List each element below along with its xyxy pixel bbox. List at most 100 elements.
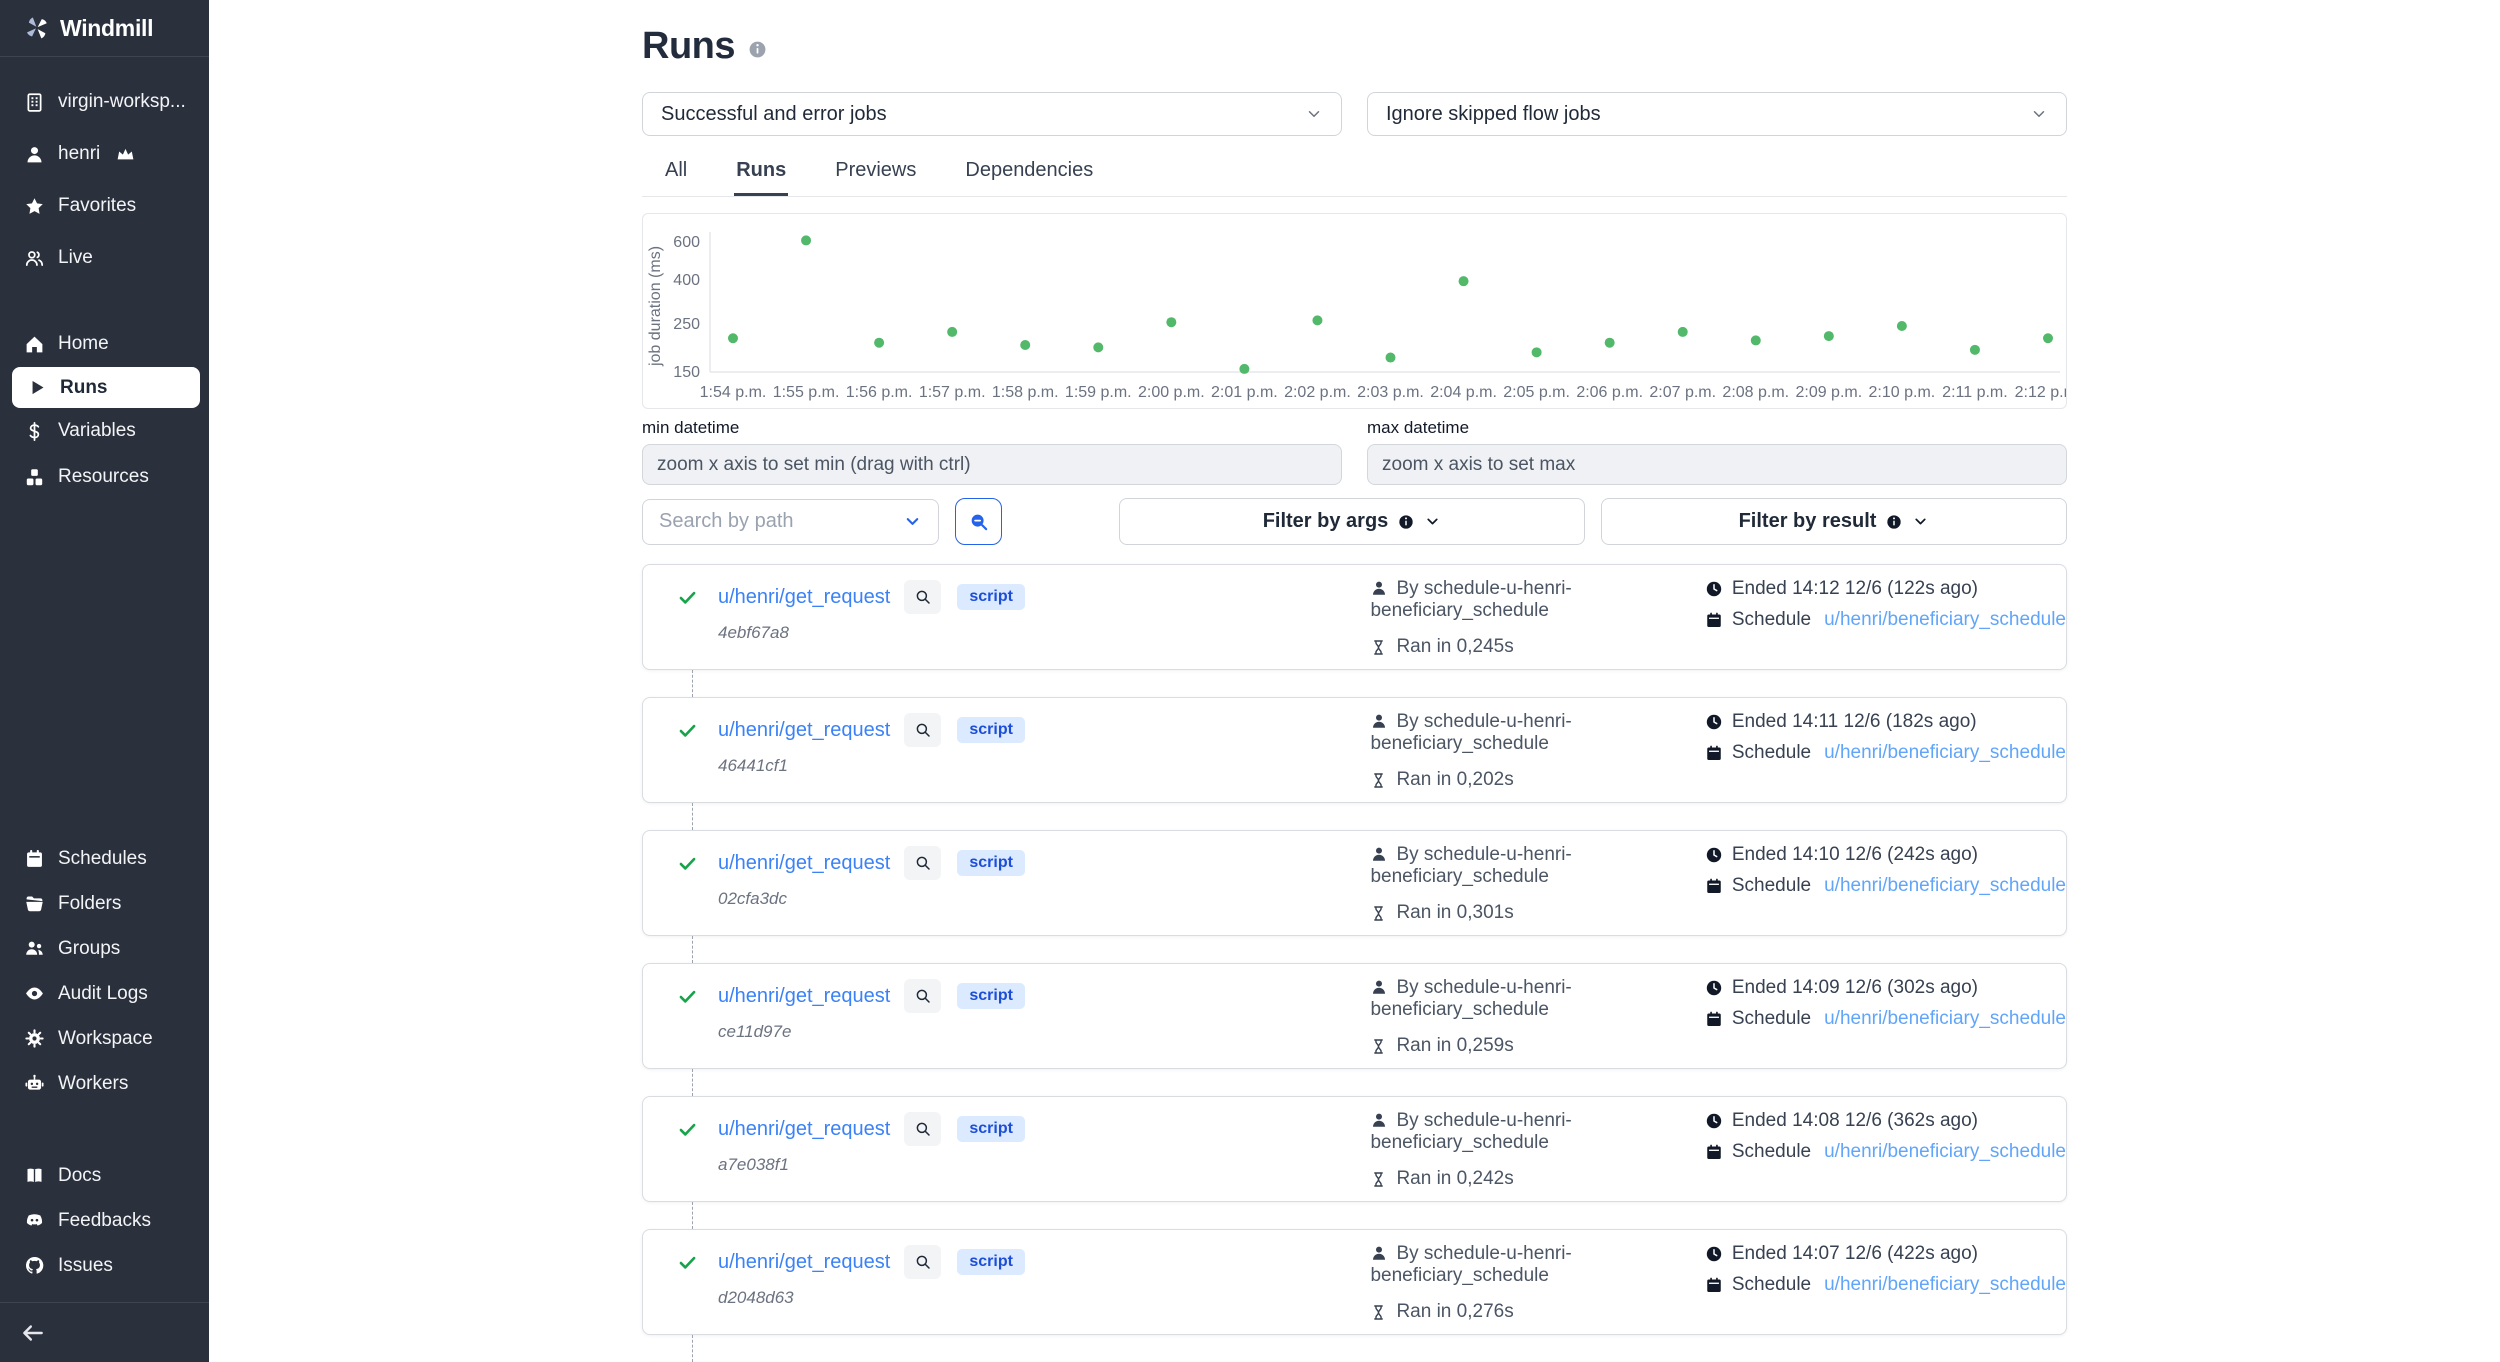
run-search-button[interactable] bbox=[904, 1112, 941, 1146]
search-icon bbox=[914, 1120, 932, 1138]
filter-by-result-button[interactable]: Filter by result bbox=[1601, 498, 2067, 545]
chart-point[interactable] bbox=[1824, 331, 1834, 341]
app-logo[interactable]: Windmill bbox=[0, 0, 209, 57]
min-datetime-input[interactable] bbox=[642, 444, 1342, 485]
chart-point[interactable] bbox=[1605, 338, 1615, 348]
chart-point[interactable] bbox=[1312, 315, 1322, 325]
schedule-link[interactable]: u/henri/beneficiary_schedule bbox=[1824, 742, 2066, 764]
sidebar-item-workspace[interactable]: Workspace bbox=[0, 1016, 209, 1061]
person-icon bbox=[1370, 845, 1388, 863]
run-search-button[interactable] bbox=[904, 846, 941, 880]
datetime-filters: min datetime max datetime bbox=[642, 418, 2067, 485]
schedule-link[interactable]: u/henri/beneficiary_schedule bbox=[1824, 1008, 2066, 1030]
run-path-link[interactable]: u/henri/get_request bbox=[718, 852, 890, 875]
chart-point[interactable] bbox=[1532, 347, 1542, 357]
run-search-button[interactable] bbox=[904, 580, 941, 614]
schedule-link[interactable]: u/henri/beneficiary_schedule bbox=[1824, 875, 2066, 897]
runs-duration-chart[interactable]: 150250400600job duration (ms)1:54 p.m.1:… bbox=[642, 213, 2067, 409]
tab-runs[interactable]: Runs bbox=[734, 153, 788, 196]
run-path-link[interactable]: u/henri/get_request bbox=[718, 985, 890, 1008]
windmill-logo-icon bbox=[24, 15, 50, 41]
x-tick-label: 1:58 p.m. bbox=[992, 384, 1059, 401]
run-row[interactable]: u/henri/get_requestscriptce11d97eBy sche… bbox=[642, 963, 2067, 1069]
sidebar-item-resources[interactable]: Resources bbox=[0, 454, 209, 500]
tab-dependencies[interactable]: Dependencies bbox=[963, 153, 1095, 196]
info-icon[interactable] bbox=[748, 40, 767, 59]
sidebar-item-variables[interactable]: Variables bbox=[0, 408, 209, 454]
chart-point[interactable] bbox=[1897, 321, 1907, 331]
app-root: Windmill virgin-worksp...henriFavoritesL… bbox=[0, 0, 2500, 1362]
sidebar-item-groups[interactable]: Groups bbox=[0, 926, 209, 971]
chart-point[interactable] bbox=[1239, 364, 1249, 374]
run-duration-text: Ran in 0,301s bbox=[1396, 902, 1513, 924]
chart-point[interactable] bbox=[1386, 353, 1396, 363]
person-icon bbox=[1370, 1244, 1388, 1262]
chart-point[interactable] bbox=[1751, 335, 1761, 345]
arrow-left-icon[interactable] bbox=[20, 1320, 46, 1346]
book-icon bbox=[24, 1165, 45, 1186]
run-search-button[interactable] bbox=[904, 713, 941, 747]
run-path-link[interactable]: u/henri/get_request bbox=[718, 1251, 890, 1274]
job-kind-select[interactable]: Successful and error jobs bbox=[642, 92, 1342, 136]
chart-point[interactable] bbox=[1678, 327, 1688, 337]
run-schedule: Scheduleu/henri/beneficiary_schedule bbox=[1705, 1141, 2066, 1163]
sidebar-item-audit-logs[interactable]: Audit Logs bbox=[0, 971, 209, 1016]
sidebar-item-live[interactable]: Live bbox=[0, 232, 209, 284]
sidebar-item-label: Resources bbox=[58, 466, 149, 488]
sidebar-item-henri[interactable]: henri bbox=[0, 128, 209, 180]
tab-all[interactable]: All bbox=[663, 153, 689, 196]
chart-point[interactable] bbox=[1093, 342, 1103, 352]
run-id: 46441cf1 bbox=[718, 756, 1370, 776]
run-ended-at: Ended 14:11 12/6 (182s ago) bbox=[1705, 711, 2066, 733]
run-row[interactable]: u/henri/get_requestscript4ebf67a8By sche… bbox=[642, 564, 2067, 670]
chart-point[interactable] bbox=[1020, 340, 1030, 350]
sidebar-item-issues[interactable]: Issues bbox=[0, 1243, 209, 1288]
tab-previews[interactable]: Previews bbox=[833, 153, 918, 196]
y-tick-label: 250 bbox=[673, 316, 700, 333]
chart-point[interactable] bbox=[1459, 276, 1469, 286]
run-connector-line bbox=[692, 936, 693, 963]
chart-point[interactable] bbox=[2043, 333, 2053, 343]
chart-point[interactable] bbox=[801, 235, 811, 245]
filter-by-args-button[interactable]: Filter by args bbox=[1119, 498, 1585, 545]
search-by-path-select[interactable]: Search by path bbox=[642, 499, 939, 545]
sidebar-item-runs[interactable]: Runs bbox=[12, 367, 200, 408]
chart-point[interactable] bbox=[947, 327, 957, 337]
run-duration: Ran in 0,202s bbox=[1370, 769, 1704, 791]
run-path-link[interactable]: u/henri/get_request bbox=[718, 586, 890, 609]
sidebar-item-docs[interactable]: Docs bbox=[0, 1153, 209, 1198]
zoom-out-button[interactable] bbox=[955, 498, 1002, 545]
run-search-button[interactable] bbox=[904, 1245, 941, 1279]
chart-point[interactable] bbox=[1166, 317, 1176, 327]
chart-point[interactable] bbox=[728, 333, 738, 343]
chart-point[interactable] bbox=[1970, 345, 1980, 355]
run-row[interactable]: u/henri/get_requestscript46441cf1By sche… bbox=[642, 697, 2067, 803]
sidebar-item-favorites[interactable]: Favorites bbox=[0, 180, 209, 232]
skipped-flows-select[interactable]: Ignore skipped flow jobs bbox=[1367, 92, 2067, 136]
clock-icon bbox=[1705, 1112, 1723, 1130]
run-by-line2: beneficiary_schedule bbox=[1370, 999, 1549, 1020]
schedule-label: Schedule bbox=[1732, 609, 1811, 631]
sidebar-item-virgin-worksp[interactable]: virgin-worksp... bbox=[0, 76, 209, 128]
x-tick-label: 1:54 p.m. bbox=[700, 384, 767, 401]
run-row[interactable]: u/henri/get_requestscriptd2048d63By sche… bbox=[642, 1229, 2067, 1335]
sidebar-item-workers[interactable]: Workers bbox=[0, 1061, 209, 1106]
sidebar-item-folders[interactable]: Folders bbox=[0, 881, 209, 926]
calendar-icon bbox=[1705, 1143, 1723, 1161]
chart-point[interactable] bbox=[874, 338, 884, 348]
run-path-link[interactable]: u/henri/get_request bbox=[718, 719, 890, 742]
sidebar-item-schedules[interactable]: Schedules bbox=[0, 836, 209, 881]
run-row[interactable]: u/henri/get_requestscript02cfa3dcBy sche… bbox=[642, 830, 2067, 936]
max-datetime-input[interactable] bbox=[1367, 444, 2067, 485]
schedule-link[interactable]: u/henri/beneficiary_schedule bbox=[1824, 1141, 2066, 1163]
run-path-link[interactable]: u/henri/get_request bbox=[718, 1118, 890, 1141]
sidebar-item-home[interactable]: Home bbox=[0, 321, 209, 367]
script-badge: script bbox=[957, 1249, 1025, 1275]
schedule-link[interactable]: u/henri/beneficiary_schedule bbox=[1824, 609, 2066, 631]
run-row[interactable]: u/henri/get_requestscripta7e038f1By sche… bbox=[642, 1096, 2067, 1202]
sidebar-item-label: Workspace bbox=[58, 1028, 153, 1050]
sidebar-item-feedbacks[interactable]: Feedbacks bbox=[0, 1198, 209, 1243]
run-search-button[interactable] bbox=[904, 979, 941, 1013]
y-tick-label: 600 bbox=[673, 234, 700, 251]
schedule-link[interactable]: u/henri/beneficiary_schedule bbox=[1824, 1274, 2066, 1296]
